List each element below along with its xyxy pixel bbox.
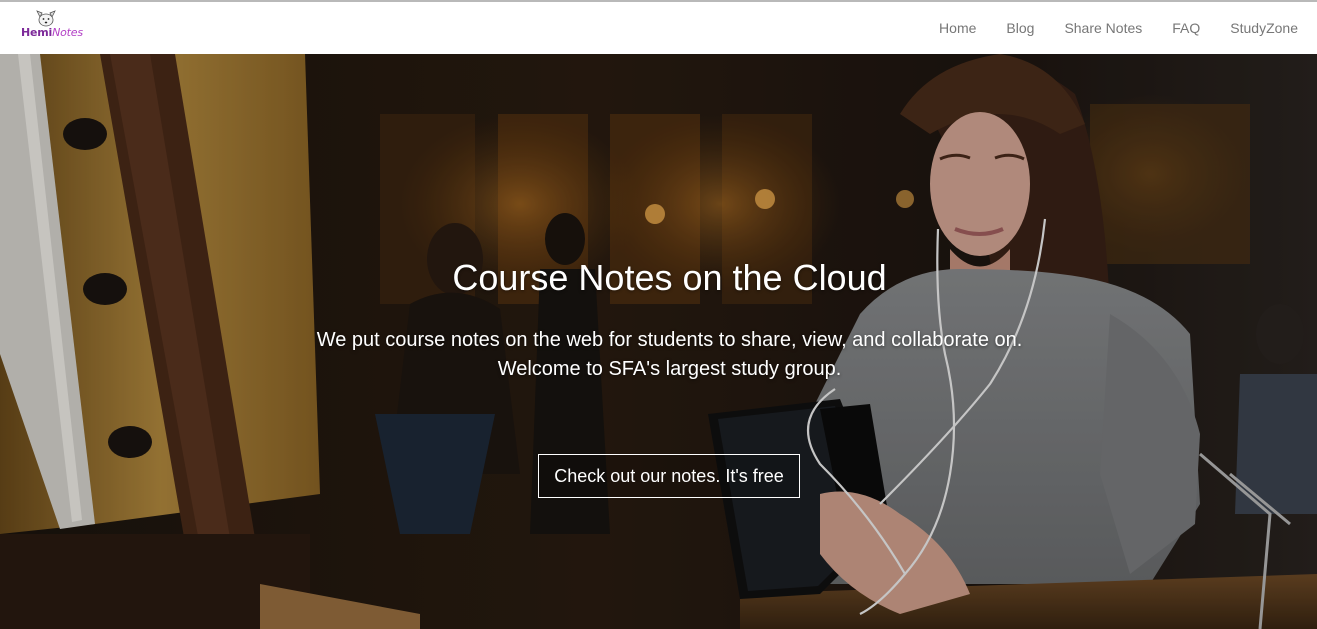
hero-subtitle: We put course notes on the web for stude… [0,326,1317,384]
nav-item-faq[interactable]: FAQ [1172,20,1200,36]
brand-logo[interactable]: HemiNotes [10,2,130,54]
check-out-notes-button[interactable]: Check out our notes. It's free [538,454,800,498]
nav-item-home[interactable]: Home [939,20,976,36]
hero-title: Course Notes on the Cloud [452,257,887,298]
brand-logo-part2: Notes [52,26,83,39]
nav-item-share-notes[interactable]: Share Notes [1064,20,1142,36]
brand-logo-text: HemiNotes [21,26,83,39]
nav-item-blog[interactable]: Blog [1006,20,1034,36]
brand-logo-part1: Hemi [21,26,53,39]
hero-subtitle-line1: We put course notes on the web for stude… [316,329,1023,351]
dog-mascot-icon [36,10,56,27]
hero-subtitle-line2: Welcome to SFA's largest study group. [497,358,842,380]
nav-item-studyzone[interactable]: StudyZone [1230,20,1298,36]
navbar: HemiNotes Home Blog Share Notes FAQ Stud… [0,2,1317,54]
nav-menu: Home Blog Share Notes FAQ StudyZone [909,2,1298,54]
hero-section: Course Notes on the Cloud We put course … [0,54,1317,629]
